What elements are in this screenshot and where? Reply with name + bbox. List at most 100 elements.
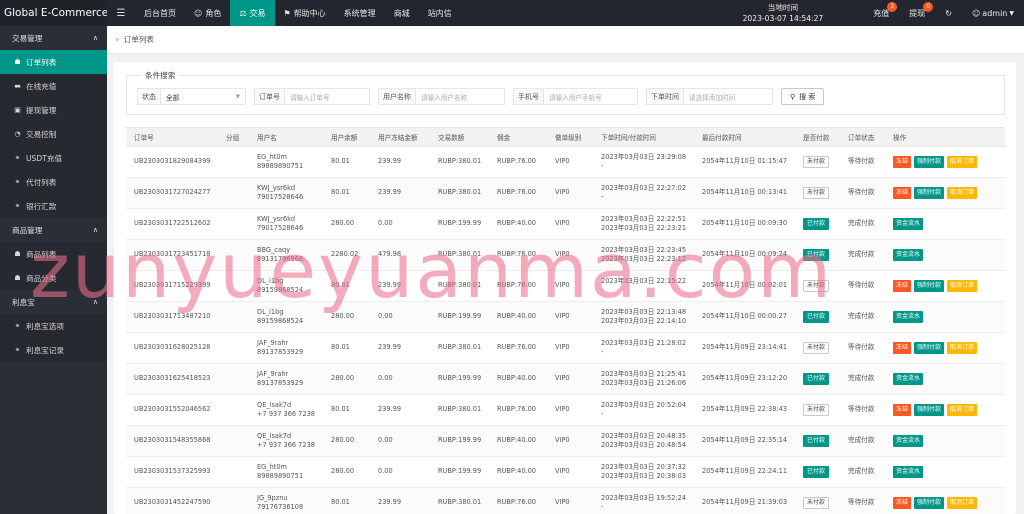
force-pay-button[interactable]: 强制付款 (914, 187, 945, 199)
status-select[interactable]: 全部 ▼ (160, 88, 246, 105)
pay-status-badge[interactable]: 已付款 (803, 466, 830, 478)
order-number-input[interactable]: 请输入订单号 (284, 88, 370, 105)
user-phone: 89137853929 (257, 348, 304, 356)
sidebar-item[interactable]: ▬ 在线充值 (0, 74, 107, 98)
sidebar-group[interactable]: 交易管理 ∧ (0, 26, 107, 50)
pay-status-badge[interactable]: 未付款 (803, 342, 830, 354)
force-pay-button[interactable]: 强制付款 (914, 497, 945, 509)
fund-flow-button[interactable]: 资金流水 (893, 435, 924, 447)
level-cell: VIP0 (547, 177, 593, 209)
sidebar-group[interactable]: 商品管理 ∧ (0, 218, 107, 242)
sidebar-item[interactable]: ▣ 提现管理 (0, 98, 107, 122)
cancel-order-button[interactable]: 取消订单 (947, 404, 978, 416)
link-icon: ⚭ (14, 154, 21, 162)
topnav-item[interactable]: ☺ 角色 (185, 0, 230, 26)
order-status-cell: 等待付款 (840, 394, 885, 426)
user-phone: 79176736108 (257, 503, 304, 511)
sidebar-item[interactable]: ⚭ 利息宝记录 (0, 338, 107, 362)
force-pay-button[interactable]: 强制付款 (914, 404, 945, 416)
cancel-order-button[interactable]: 取消订单 (947, 187, 978, 199)
status-label: 状态 (137, 88, 160, 105)
order-number-label: 订单号 (254, 88, 284, 105)
group-cell (218, 301, 249, 333)
freeze-button[interactable]: 冻结 (893, 280, 912, 292)
sidebar-item[interactable]: ⚭ 利息宝选项 (0, 314, 107, 338)
freeze-button[interactable]: 冻结 (893, 342, 912, 354)
order-status-cell: 完成付款 (840, 363, 885, 395)
order-list-card: 条件搜索 状态 全部 ▼ 订单号 请输入订单号 用户名称 请输入用户名称 手机号… (114, 62, 1016, 514)
user-menu[interactable]: ☺ admin ▼ (962, 0, 1024, 26)
fund-flow-button[interactable]: 资金流水 (893, 218, 924, 230)
fund-flow-button[interactable]: 资金流水 (893, 373, 924, 385)
pay-status-badge[interactable]: 未付款 (803, 497, 830, 509)
order-status-cell: 等待付款 (840, 270, 885, 302)
freeze-button[interactable]: 冻结 (893, 404, 912, 416)
user-cell: JAF_9rahr 89137853929 (249, 332, 323, 364)
pay-status-badge[interactable]: 未付款 (803, 280, 830, 292)
sidebar-item-label: 提现管理 (26, 105, 57, 115)
pay-status-badge[interactable]: 已付款 (803, 249, 830, 261)
balance-cell: 280.00 (323, 363, 370, 395)
pay-status-badge[interactable]: 未付款 (803, 404, 830, 416)
level-cell: VIP0 (547, 208, 593, 240)
pay-time: - (601, 286, 604, 294)
topnav-item[interactable]: ⚖ 交易 (230, 0, 275, 26)
cancel-order-button[interactable]: 取消订单 (947, 342, 978, 354)
pay-status-badge[interactable]: 已付款 (803, 218, 830, 230)
sidebar-item[interactable]: ⚭ 银行汇款 (0, 194, 107, 218)
user-cell: JG_9pznu 79176736108 (249, 487, 323, 514)
level-cell: VIP0 (547, 425, 593, 457)
force-pay-button[interactable]: 强制付款 (914, 156, 945, 168)
phone-input[interactable]: 请输入用户手机号 (543, 88, 638, 105)
user-name: admin (982, 8, 1008, 18)
force-pay-button[interactable]: 强制付款 (914, 280, 945, 292)
actions-cell: 资金流水 (885, 301, 1005, 333)
topnav-item[interactable]: 商城 (385, 0, 419, 26)
balance-cell: 80.01 (323, 177, 370, 209)
pay-status-badge[interactable]: 已付款 (803, 435, 830, 447)
sidebar-item[interactable]: ⚭ USDT充值 (0, 146, 107, 170)
sidebar-item[interactable]: ◔ 交易控制 (0, 122, 107, 146)
topnav-item[interactable]: ⚑ 帮助中心 (275, 0, 335, 26)
order-number-cell: UB2303031715229399 (126, 270, 218, 302)
flag-icon: ⚑ (283, 8, 291, 18)
order-status-cell: 等待付款 (840, 177, 885, 209)
order-time-input[interactable]: 请选择添加时间 (683, 88, 773, 105)
cancel-order-button[interactable]: 取消订单 (947, 156, 978, 168)
fund-flow-button[interactable]: 资金流水 (893, 249, 924, 261)
user-cell: JAF_9rahr 89137853929 (249, 363, 323, 395)
sidebar-item[interactable]: ☗ 商品分类 (0, 266, 107, 290)
pay-status-badge[interactable]: 已付款 (803, 373, 830, 385)
freeze-button[interactable]: 冻结 (893, 156, 912, 168)
frozen-cell: 0.00 (370, 301, 430, 333)
pay-status-badge[interactable]: 未付款 (803, 187, 830, 199)
fund-flow-button[interactable]: 资金流水 (893, 311, 924, 323)
pay-status-badge[interactable]: 已付款 (803, 311, 830, 323)
freeze-button[interactable]: 冻结 (893, 187, 912, 199)
app-title[interactable]: Global E-Commerce... (0, 0, 107, 26)
topnav-item[interactable]: 后台首页 (135, 0, 185, 26)
topnav-item[interactable]: 站内信 (419, 0, 461, 26)
pay-time: - (601, 193, 604, 201)
search-button[interactable]: ⚲ 搜 索 (781, 88, 825, 105)
cancel-order-button[interactable]: 取消订单 (947, 280, 978, 292)
sidebar-item[interactable]: ⚭ 代付列表 (0, 170, 107, 194)
force-pay-button[interactable]: 强制付款 (914, 342, 945, 354)
freeze-button[interactable]: 冻结 (893, 497, 912, 509)
pay-status-cell: 已付款 (795, 301, 840, 333)
username-input[interactable]: 请输入用户名称 (415, 88, 505, 105)
withdraw-button[interactable]: 提现 0 (899, 0, 935, 26)
frozen-cell: 239.99 (370, 332, 430, 364)
topnav-item[interactable]: 系统管理 (335, 0, 385, 26)
recharge-button[interactable]: 充值 2 (863, 0, 899, 26)
sidebar-group[interactable]: 利息宝 ∧ (0, 290, 107, 314)
chevron-down-icon: ▼ (235, 93, 240, 100)
pay-status-badge[interactable]: 未付款 (803, 156, 830, 168)
sidebar-item[interactable]: ☗ 商品列表 (0, 242, 107, 266)
menu-toggle-icon[interactable]: ☰ (107, 0, 135, 26)
refresh-icon[interactable]: ↻ (935, 0, 962, 26)
sidebar-item[interactable]: ☗ 订单列表 (0, 50, 107, 74)
cancel-order-button[interactable]: 取消订单 (947, 497, 978, 509)
fund-flow-button[interactable]: 资金流水 (893, 466, 924, 478)
breadcrumb-current[interactable]: 订单列表 (124, 34, 154, 45)
